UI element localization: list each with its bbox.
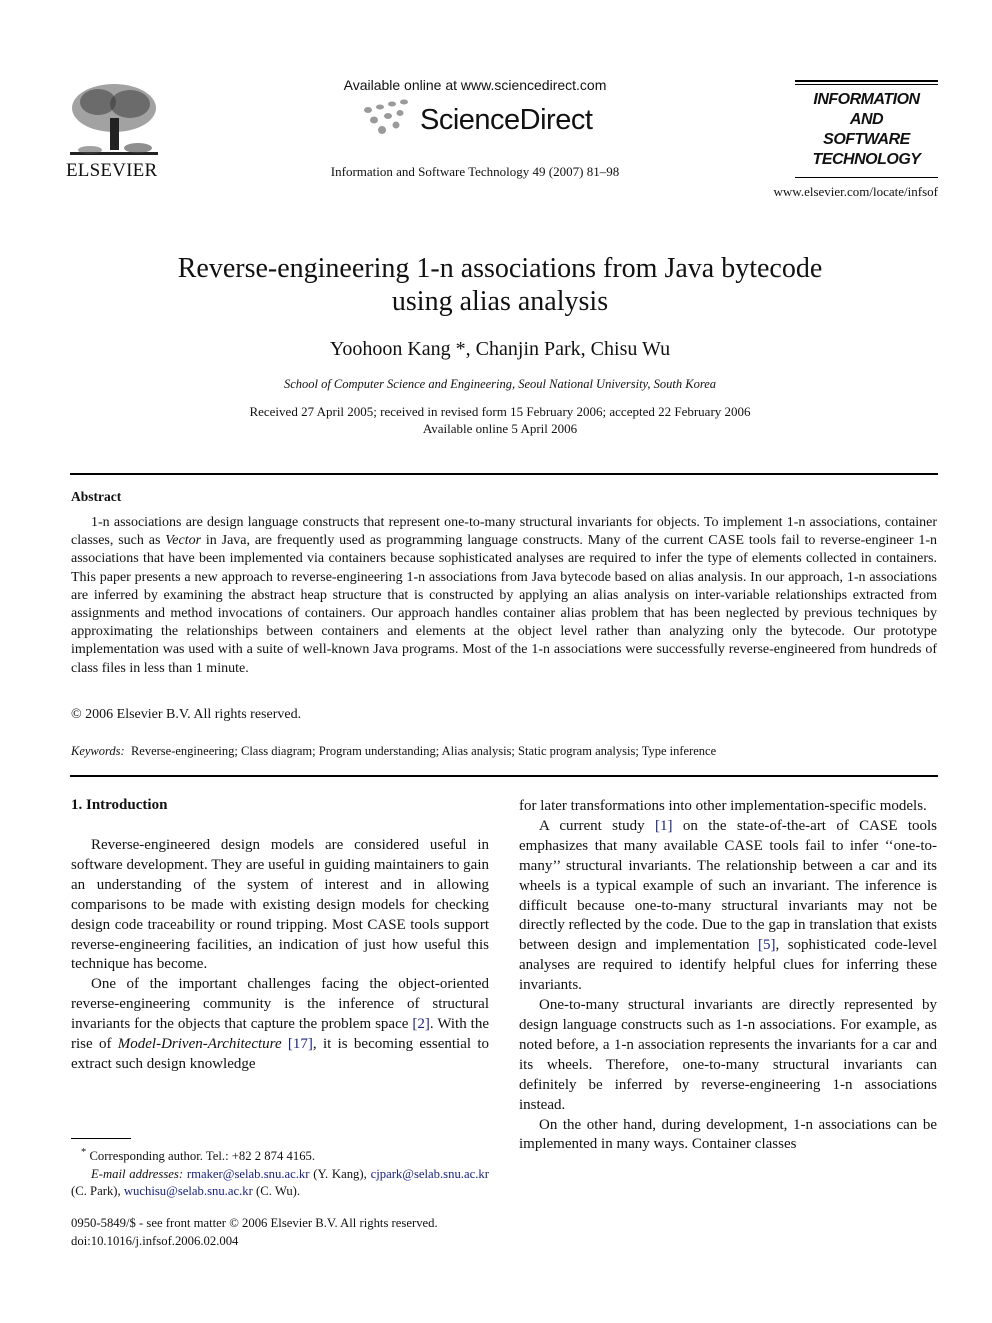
email-owner: (C. Park), [71, 1184, 124, 1199]
abstract-paragraph: 1-n associations are design language con… [71, 514, 937, 678]
email-addresses: E-mail addresses: rmaker@selab.snu.ac.kr… [71, 1166, 489, 1201]
citation-link[interactable]: [5] [758, 937, 776, 953]
email-link[interactable]: rmaker@selab.snu.ac.kr [187, 1167, 310, 1181]
sciencedirect-dots-icon [364, 99, 408, 134]
publisher-name: ELSEVIER [66, 160, 158, 181]
title-line-1: Reverse-engineering 1-n associations fro… [177, 253, 823, 284]
journal-logo-line: TECHNOLOGY [812, 151, 921, 168]
abstract-italic-term: Vector [165, 533, 202, 549]
journal-reference: Information and Software Technology 49 (… [330, 164, 620, 179]
paragraph: A current study [1] on the state-of-the-… [519, 817, 937, 996]
available-online-text[interactable]: Available online at www.sciencedirect.co… [310, 77, 640, 93]
abstract-text: in Java, are frequently used as programm… [71, 533, 937, 676]
paragraph: One-to-many structural invariants are di… [519, 997, 937, 1113]
article-dates: Received 27 April 2005; received in revi… [100, 403, 900, 437]
journal-logo-rule [795, 80, 938, 82]
front-matter: 0950-5849/$ - see front matter © 2006 El… [71, 1215, 438, 1250]
paragraph-text: A current study [539, 817, 656, 834]
paragraph: On the other hand, during development, 1… [519, 1116, 937, 1153]
footnote-rule [71, 1138, 131, 1139]
journal-logo-rule [795, 84, 938, 85]
abstract-body: 1-n associations are design language con… [71, 514, 937, 678]
issn-notice: 0950-5849/$ - see front matter © 2006 El… [71, 1216, 438, 1230]
journal-logo-line: SOFTWARE [823, 131, 910, 148]
left-column: Reverse-engineered design models are con… [71, 836, 489, 1075]
paragraph: for later transformations into other imp… [519, 798, 927, 814]
email-link[interactable]: cjpark@selab.snu.ac.kr [371, 1167, 489, 1181]
email-owner: (C. Wu). [252, 1184, 301, 1199]
affiliation: School of Computer Science and Engineeri… [283, 377, 717, 391]
journal-logo: INFORMATION AND SOFTWARE TECHNOLOGY [795, 90, 938, 170]
corresponding-text: Corresponding author. Tel.: +82 2 874 41… [89, 1149, 316, 1164]
divider [70, 473, 938, 475]
authors: Yoohoon Kang *, Chanjin Park, Chisu Wu [329, 338, 671, 360]
journal-logo-rule [795, 177, 938, 178]
keywords: Keywords: Reverse-engineering; Class dia… [71, 744, 937, 759]
abstract-copyright: © 2006 Elsevier B.V. All rights reserved… [71, 707, 302, 722]
right-column: for later transformations into other imp… [519, 797, 937, 1155]
sciencedirect-logo: ScienceDirect [420, 104, 593, 136]
italic-term: Model-Driven-Architecture [117, 1036, 282, 1053]
abstract-heading: Abstract [71, 489, 122, 504]
received-dates: Received 27 April 2005; received in revi… [249, 404, 751, 419]
elsevier-tree-logo-icon [70, 84, 158, 155]
keywords-text: Reverse-engineering; Class diagram; Prog… [130, 744, 717, 758]
journal-url-link[interactable]: www.elsevier.com/locate/infsof [740, 184, 939, 200]
footnote-marker: * [81, 1147, 87, 1158]
title-line-2: using alias analysis [391, 286, 609, 317]
divider [70, 775, 938, 777]
keywords-label: Keywords: [71, 744, 125, 758]
email-link[interactable]: wuchisu@selab.snu.ac.kr [124, 1184, 253, 1198]
paragraph-text: on the state-of-the-art of CASE tools em… [519, 817, 938, 954]
email-label: E-mail addresses: [91, 1166, 184, 1181]
section-heading-introduction: 1. Introduction [71, 797, 168, 813]
paragraph: One of the important challenges facing t… [71, 975, 489, 1075]
email-owner: (Y. Kang), [309, 1166, 371, 1181]
journal-logo-line: INFORMATION [813, 91, 920, 108]
citation-link[interactable]: [1] [655, 818, 673, 834]
journal-logo-line: AND [849, 111, 884, 128]
article-title: Reverse-engineering 1-n associations fro… [100, 252, 900, 318]
citation-link[interactable]: [17] [288, 1036, 313, 1052]
available-online-date: Available online 5 April 2006 [422, 421, 578, 436]
paragraph: Reverse-engineered design models are con… [71, 837, 489, 973]
citation-link[interactable]: [2] [412, 1016, 430, 1032]
footnotes: * Corresponding author. Tel.: +82 2 874 … [71, 1144, 489, 1201]
doi[interactable]: doi:10.1016/j.infsof.2006.02.004 [71, 1233, 438, 1251]
corresponding-author-note: * Corresponding author. Tel.: +82 2 874 … [71, 1144, 489, 1166]
